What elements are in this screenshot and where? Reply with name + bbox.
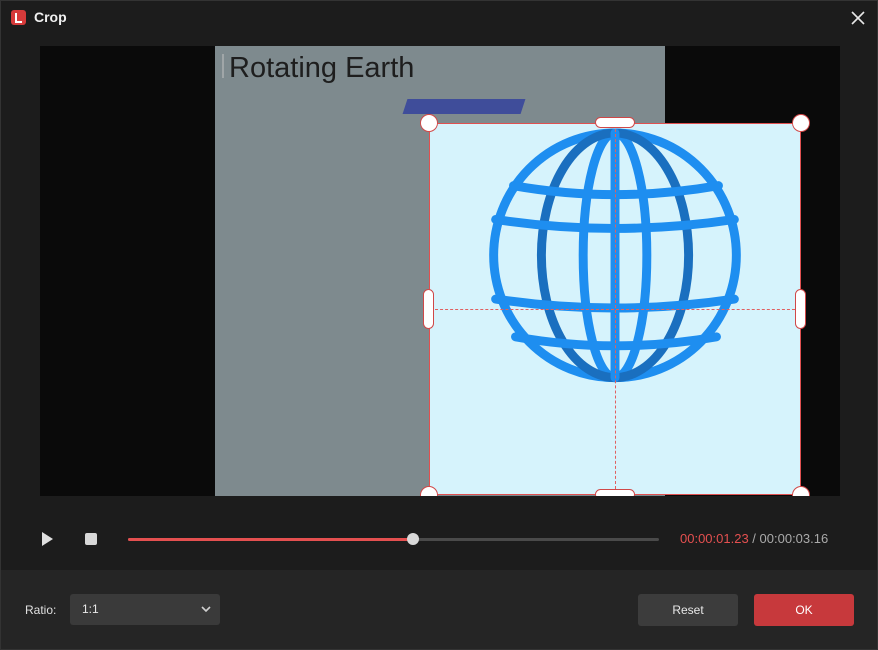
total-time: 00:00:03.16 xyxy=(759,531,829,546)
close-button[interactable] xyxy=(847,7,869,29)
stop-button[interactable] xyxy=(85,533,97,545)
crop-handle-right[interactable] xyxy=(795,289,806,329)
crop-handle-bottom[interactable] xyxy=(595,489,635,496)
ratio-selected-value: 1:1 xyxy=(82,602,99,616)
crop-guide-vertical xyxy=(615,124,616,494)
app-logo-icon xyxy=(11,10,26,25)
video-frame-banner xyxy=(402,99,526,114)
current-time: 00:00:01.23 xyxy=(680,531,749,546)
time-separator: / xyxy=(748,531,760,546)
ratio-dropdown[interactable]: 1:1 xyxy=(70,594,220,625)
footer-bar: Ratio: 1:1 Reset OK xyxy=(1,570,877,649)
crop-rectangle[interactable] xyxy=(429,123,801,495)
ratio-label: Ratio: xyxy=(25,603,57,617)
reset-button[interactable]: Reset xyxy=(638,594,738,626)
play-icon xyxy=(42,532,53,546)
crop-handle-bottom-right[interactable] xyxy=(792,486,810,496)
chevron-down-icon xyxy=(201,606,211,613)
crop-handle-left[interactable] xyxy=(423,289,434,329)
video-preview: Rotating Earth xyxy=(40,46,840,496)
timecode: 00:00:01.23 / 00:00:03.16 xyxy=(680,531,828,546)
close-icon xyxy=(851,11,865,25)
title-bar: Crop xyxy=(1,1,877,35)
crop-dialog: Crop Rotating Earth 00:00:01.23 / 00:00:… xyxy=(0,0,878,650)
frame-tick-mark xyxy=(222,54,224,78)
dialog-title: Crop xyxy=(34,9,67,25)
ok-button[interactable]: OK xyxy=(754,594,854,626)
seek-bar[interactable] xyxy=(128,533,659,545)
seek-progress xyxy=(128,538,414,541)
video-frame: Rotating Earth xyxy=(215,46,810,496)
crop-handle-top[interactable] xyxy=(595,117,635,128)
seek-thumb[interactable] xyxy=(407,533,420,545)
crop-handle-top-left[interactable] xyxy=(420,114,438,132)
crop-handle-top-right[interactable] xyxy=(792,114,810,132)
play-button[interactable] xyxy=(39,531,55,547)
video-frame-title-text: Rotating Earth xyxy=(229,52,415,84)
